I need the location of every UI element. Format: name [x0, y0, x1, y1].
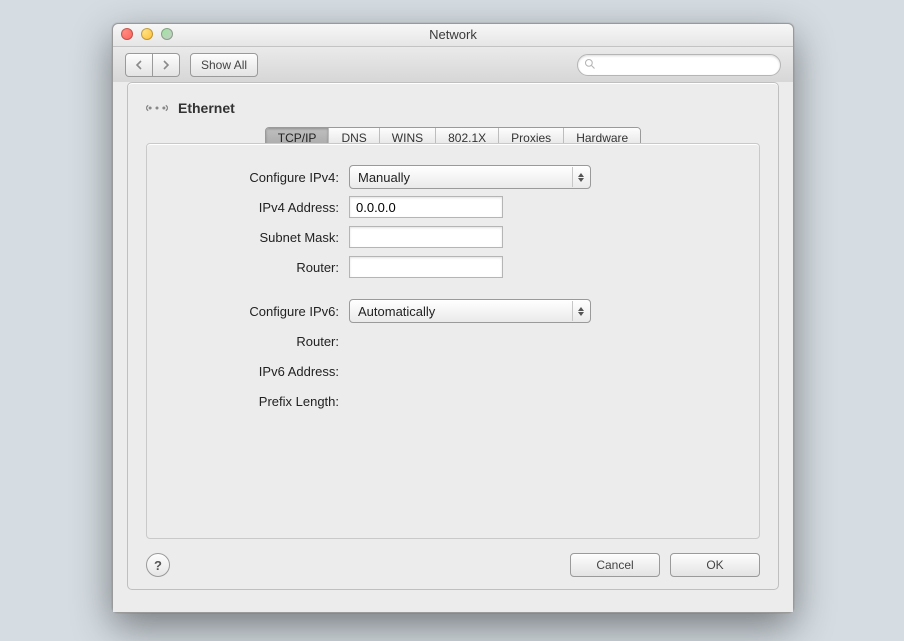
search-icon	[584, 58, 596, 70]
ipv4-address-input[interactable]	[349, 196, 503, 218]
sheet-header: Ethernet	[146, 97, 760, 119]
label-configure-ipv4: Configure IPv4:	[171, 170, 349, 185]
advanced-sheet: Ethernet TCP/IP DNS WINS 802.1X Proxies …	[127, 82, 779, 590]
subnet-mask-input[interactable]	[349, 226, 503, 248]
label-ipv6-address: IPv6 Address:	[171, 364, 349, 379]
nav-segment	[125, 53, 180, 77]
label-router-ipv6: Router:	[171, 334, 349, 349]
label-subnet-mask: Subnet Mask:	[171, 230, 349, 245]
preferences-window: Network Show All Location: Automatic Wi-…	[112, 23, 794, 613]
configure-ipv4-value: Manually	[350, 170, 432, 185]
select-stepper-icon	[572, 301, 589, 321]
show-all-button[interactable]: Show All	[190, 53, 258, 77]
select-stepper-icon	[572, 167, 589, 187]
label-prefix-length: Prefix Length:	[171, 394, 349, 409]
tcpip-panel: Configure IPv4: Manually IPv4 Address:	[146, 143, 760, 539]
configure-ipv6-select[interactable]: Automatically	[349, 299, 591, 323]
ok-button[interactable]: OK	[670, 553, 760, 577]
back-button[interactable]	[125, 53, 153, 77]
configure-ipv4-select[interactable]: Manually	[349, 165, 591, 189]
search-field-wrap	[577, 54, 781, 76]
toolbar: Show All	[113, 47, 793, 84]
body: Location: Automatic Wi-Fi Status: Cable …	[113, 82, 793, 612]
search-input[interactable]	[577, 54, 781, 76]
label-ipv4-address: IPv4 Address:	[171, 200, 349, 215]
label-configure-ipv6: Configure IPv6:	[171, 304, 349, 319]
forward-button[interactable]	[153, 53, 180, 77]
window-title: Network	[113, 24, 793, 46]
chevron-left-icon	[135, 60, 143, 70]
help-button[interactable]: ?	[146, 553, 170, 577]
cancel-button[interactable]: Cancel	[570, 553, 660, 577]
titlebar: Network	[113, 24, 793, 47]
chevron-right-icon	[162, 60, 170, 70]
router-ipv4-input[interactable]	[349, 256, 503, 278]
label-router-ipv4: Router:	[171, 260, 349, 275]
configure-ipv6-value: Automatically	[350, 304, 457, 319]
ethernet-icon	[146, 97, 168, 119]
sheet-title: Ethernet	[178, 100, 235, 116]
sheet-footer: ? Cancel OK	[146, 553, 760, 577]
